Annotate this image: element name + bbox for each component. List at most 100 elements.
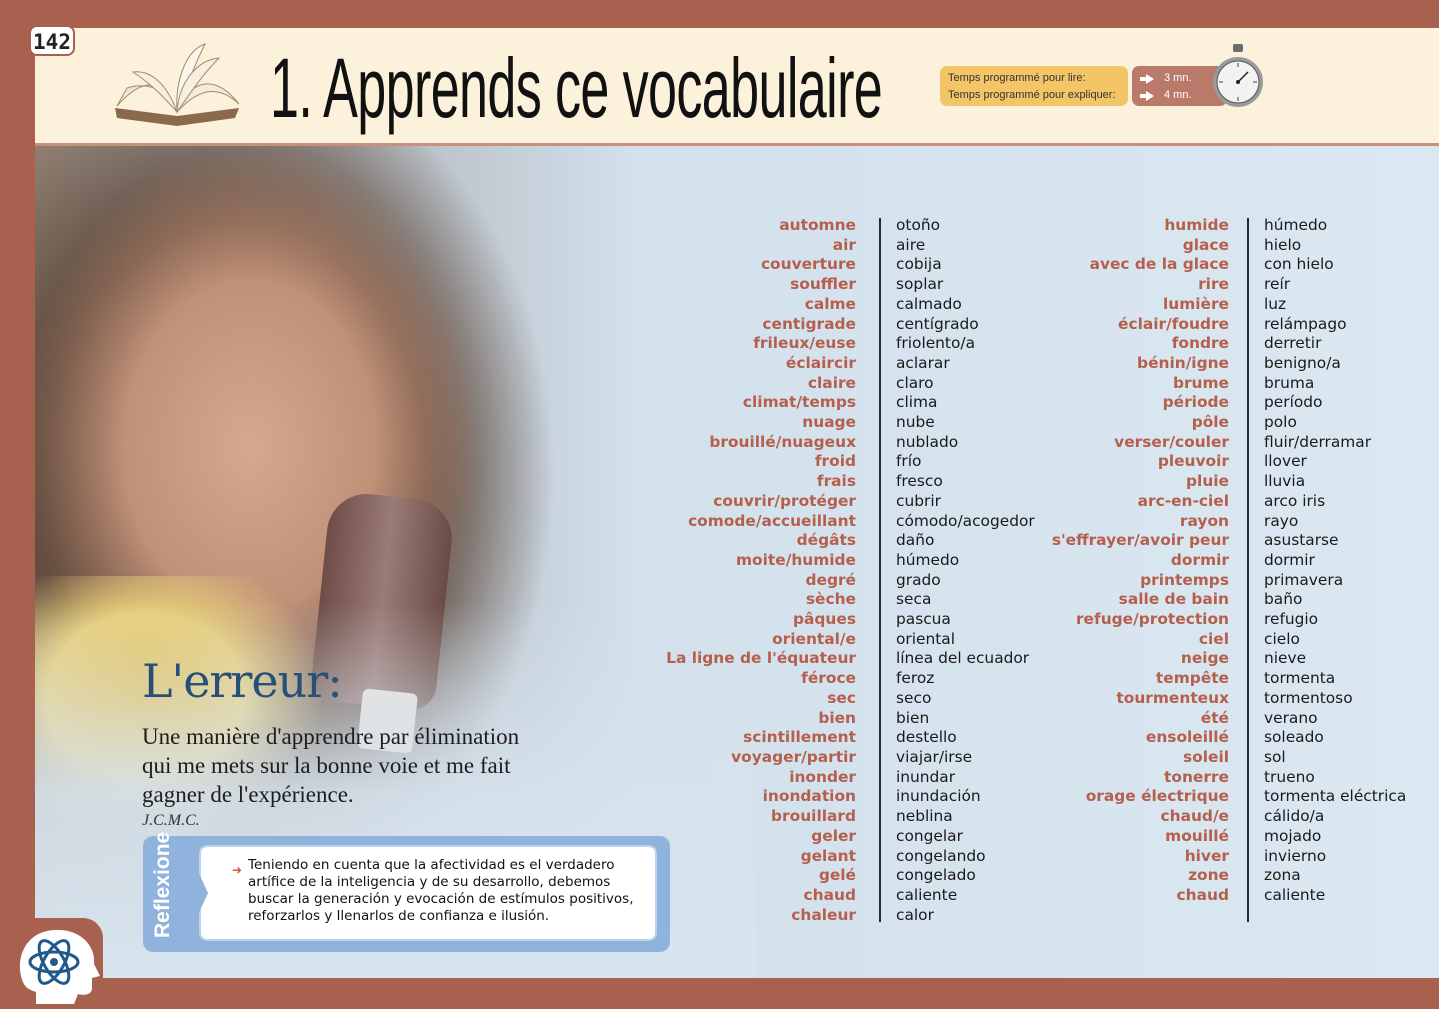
vocab-word: air bbox=[832, 235, 856, 254]
vocab-word: inonder bbox=[789, 767, 856, 786]
time-label-explain: Temps programmé pour expliquer: bbox=[948, 89, 1116, 101]
vocab-word: rayon bbox=[1179, 511, 1229, 530]
vocab-word: orage électrique bbox=[1085, 787, 1229, 806]
vocab-word: baño bbox=[1264, 590, 1303, 609]
vocab-word: bruma bbox=[1264, 373, 1315, 392]
vocab-word: caliente bbox=[1264, 885, 1326, 904]
vocab-word: geler bbox=[811, 826, 856, 845]
arrow-right-icon bbox=[1140, 73, 1154, 84]
head-badge bbox=[0, 918, 103, 1009]
vocab-word: hielo bbox=[1264, 235, 1302, 254]
vocab-word: mouillé bbox=[1165, 826, 1229, 845]
vocab-word: scintillement bbox=[743, 728, 856, 747]
textbook-page: 1. Apprends ce vocabulaire Temps program… bbox=[35, 28, 1439, 978]
vocab-word: inondation bbox=[762, 787, 856, 806]
vocab-word: hiver bbox=[1184, 846, 1229, 865]
vocab-word: couvrir/protéger bbox=[713, 491, 856, 510]
vocab-word: primavera bbox=[1264, 570, 1344, 589]
vocab-word: pluie bbox=[1186, 472, 1229, 491]
vocab-word: brouillard bbox=[771, 807, 856, 826]
vocab-word: ensoleillé bbox=[1145, 728, 1229, 747]
page-header: 1. Apprends ce vocabulaire Temps program… bbox=[35, 28, 1439, 146]
vocab-word: La ligne de l'équateur bbox=[666, 649, 856, 668]
vocab-word: ciel bbox=[1198, 629, 1229, 648]
vocab-word: rayo bbox=[1264, 511, 1299, 530]
vocab-word: brouillé/nuageux bbox=[709, 432, 856, 451]
time-label-read: Temps programmé pour lire: bbox=[948, 72, 1086, 84]
reflexione-text: Teniendo en cuenta que la afectividad es… bbox=[248, 857, 634, 924]
vocab-word: frais bbox=[816, 472, 856, 491]
vocab-word: derretir bbox=[1264, 334, 1322, 353]
vocab-word: refuge/protection bbox=[1075, 610, 1229, 629]
vocab-word: relámpago bbox=[1264, 314, 1347, 333]
vocab-word: gelé bbox=[818, 866, 856, 885]
vocab-word: humide bbox=[1164, 216, 1229, 234]
vocab-word: frileux/euse bbox=[753, 334, 856, 353]
vocab-word: lluvia bbox=[1264, 472, 1306, 491]
head-atom-icon bbox=[19, 929, 100, 1004]
vocab-word: tormenta bbox=[1264, 669, 1336, 688]
column-divider-right bbox=[1247, 218, 1249, 922]
vocab-word: gelant bbox=[800, 846, 856, 865]
vocab-word: chaud bbox=[803, 885, 856, 904]
vocab-french-right: humide glace avec de la glace rire lumière éc… bbox=[1015, 216, 1229, 906]
vocab-word: nieve bbox=[1264, 649, 1307, 668]
vocab-word: dormir bbox=[1264, 550, 1315, 569]
vocab-word: couverture bbox=[760, 255, 856, 274]
quote-text: Une manière d'apprendre par élimination … bbox=[142, 724, 520, 807]
vocab-word: claire bbox=[807, 373, 856, 392]
vocab-word: reír bbox=[1264, 275, 1291, 294]
vocab-word: souffler bbox=[790, 275, 856, 294]
vocab-word: oriental/e bbox=[772, 629, 856, 648]
vocab-word: asustarse bbox=[1264, 531, 1339, 550]
stopwatch-icon bbox=[1213, 44, 1263, 107]
vocab-word: arc-en-ciel bbox=[1137, 491, 1229, 510]
vocab-word: benigno/a bbox=[1264, 353, 1341, 372]
time-explain-value: 4 mn. bbox=[1164, 89, 1192, 101]
vocab-word: degré bbox=[805, 570, 856, 589]
vocab-word: pâques bbox=[793, 610, 856, 629]
vocab-word: comode/accueillant bbox=[688, 511, 856, 530]
vocab-word: s'effrayer/avoir peur bbox=[1051, 531, 1229, 550]
vocab-word: rire bbox=[1198, 275, 1229, 294]
page-title: 1. Apprends ce vocabulaire bbox=[270, 41, 883, 135]
vocab-word: printemps bbox=[1140, 570, 1229, 589]
vocab-word: verser/couler bbox=[1114, 432, 1229, 451]
vocab-word: zone bbox=[1188, 866, 1229, 885]
vocab-word: voyager/partir bbox=[731, 747, 856, 766]
vocab-word: automne bbox=[779, 216, 856, 234]
vocab-word: chaud/e bbox=[1160, 807, 1230, 826]
vocab-word: période bbox=[1162, 393, 1229, 412]
vocab-word: tempête bbox=[1155, 669, 1229, 688]
vocab-word: dormir bbox=[1170, 550, 1229, 569]
vocab-word: nuage bbox=[802, 413, 856, 432]
vocab-word: tormentoso bbox=[1264, 688, 1353, 707]
quote-author: J.C.M.C. bbox=[142, 812, 200, 829]
vocab-word: cielo bbox=[1264, 629, 1300, 648]
quote-title: L'erreur: bbox=[142, 654, 343, 708]
arrow-right-icon: ➜ bbox=[232, 863, 243, 877]
vocab-word: calme bbox=[804, 294, 856, 313]
vocab-word: tormenta eléctrica bbox=[1264, 787, 1407, 806]
vocab-word: avec de la glace bbox=[1089, 255, 1229, 274]
page-number: 142 bbox=[29, 25, 75, 56]
vocab-word: climat/temps bbox=[742, 393, 856, 412]
vocab-word: verano bbox=[1264, 708, 1318, 727]
vocab-word: centigrade bbox=[762, 314, 856, 333]
vocab-word: tourmenteux bbox=[1116, 688, 1229, 707]
vocab-word: trueno bbox=[1264, 767, 1315, 786]
vocab-word: fondre bbox=[1171, 334, 1229, 353]
reflexione-box: Reflexione ➜ Teniendo en cuenta que la a… bbox=[143, 832, 670, 952]
vocab-word: arco iris bbox=[1264, 491, 1326, 510]
vocab-word: féroce bbox=[801, 669, 856, 688]
column-divider-left bbox=[879, 218, 881, 922]
vocab-word: tonerre bbox=[1164, 767, 1229, 786]
vocab-word: pôle bbox=[1191, 413, 1229, 432]
vocab-word: polo bbox=[1264, 413, 1297, 432]
vocab-word: neige bbox=[1180, 649, 1229, 668]
arrow-right-icon bbox=[1140, 90, 1154, 101]
vocab-word: chaud bbox=[1176, 885, 1229, 904]
vocab-word: sèche bbox=[805, 590, 856, 609]
vocab-word: brume bbox=[1172, 373, 1229, 392]
time-read-value: 3 mn. bbox=[1164, 72, 1192, 84]
